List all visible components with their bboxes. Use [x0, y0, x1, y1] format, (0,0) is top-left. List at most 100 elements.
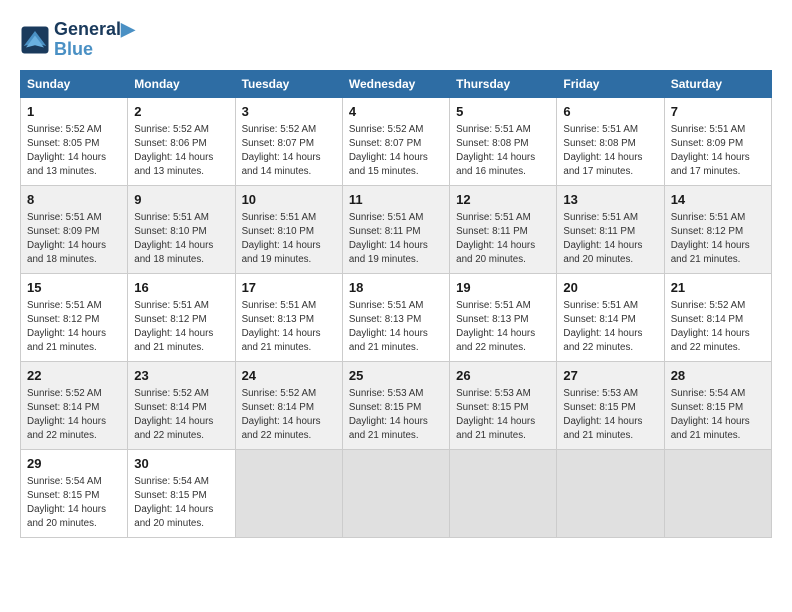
- calendar-cell: 19Sunrise: 5:51 AMSunset: 8:13 PMDayligh…: [450, 273, 557, 361]
- day-number: 13: [563, 191, 657, 209]
- day-info: Sunrise: 5:52 AMSunset: 8:06 PMDaylight:…: [134, 123, 228, 180]
- day-info: Sunrise: 5:51 AMSunset: 8:08 PMDaylight:…: [563, 123, 657, 180]
- calendar-week-row: 29 Sunrise: 5:54 AMSunset: 8:15 PMDayligh…: [21, 449, 772, 537]
- calendar-cell: 14 Sunrise: 5:51 AMSunset: 8:12 PMDayligh…: [664, 185, 771, 273]
- calendar-cell: 6 Sunrise: 5:51 AMSunset: 8:08 PMDaylight…: [557, 97, 664, 185]
- day-info: Sunrise: 5:54 AMSunset: 8:15 PMDaylight:…: [27, 475, 121, 532]
- day-number: 29: [27, 455, 121, 473]
- day-number: 10: [242, 191, 336, 209]
- calendar-cell: [557, 449, 664, 537]
- day-info: Sunrise: 5:53 AMSunset: 8:15 PMDaylight:…: [563, 387, 657, 444]
- weekday-header: Thursday: [450, 70, 557, 97]
- calendar-cell: 28Sunrise: 5:54 AMSunset: 8:15 PMDayligh…: [664, 361, 771, 449]
- calendar-cell: 29 Sunrise: 5:54 AMSunset: 8:15 PMDayligh…: [21, 449, 128, 537]
- day-info: Sunrise: 5:52 AMSunset: 8:14 PMDaylight:…: [134, 387, 228, 444]
- day-info: Sunrise: 5:54 AMSunset: 8:15 PMDaylight:…: [671, 387, 765, 444]
- day-info: Sunrise: 5:51 AMSunset: 8:10 PMDaylight:…: [134, 211, 228, 268]
- calendar-cell: 3 Sunrise: 5:52 AMSunset: 8:07 PMDaylight…: [235, 97, 342, 185]
- day-info: Sunrise: 5:51 AMSunset: 8:13 PMDaylight:…: [349, 299, 443, 356]
- calendar-cell: 5 Sunrise: 5:51 AMSunset: 8:08 PMDaylight…: [450, 97, 557, 185]
- calendar-header-row: SundayMondayTuesdayWednesdayThursdayFrid…: [21, 70, 772, 97]
- day-number: 27: [563, 367, 657, 385]
- weekday-header: Sunday: [21, 70, 128, 97]
- calendar-cell: 2Sunrise: 5:52 AMSunset: 8:06 PMDaylight…: [128, 97, 235, 185]
- day-number: 4: [349, 103, 443, 121]
- calendar-cell: 21 Sunrise: 5:52 AMSunset: 8:14 PMDayligh…: [664, 273, 771, 361]
- day-info: Sunrise: 5:52 AMSunset: 8:05 PMDaylight:…: [27, 123, 121, 180]
- day-info: Sunrise: 5:51 AMSunset: 8:11 PMDaylight:…: [349, 211, 443, 268]
- day-info: Sunrise: 5:51 AMSunset: 8:08 PMDaylight:…: [456, 123, 550, 180]
- calendar-cell: 9 Sunrise: 5:51 AMSunset: 8:10 PMDaylight…: [128, 185, 235, 273]
- calendar-cell: 7Sunrise: 5:51 AMSunset: 8:09 PMDaylight…: [664, 97, 771, 185]
- day-info: Sunrise: 5:52 AMSunset: 8:14 PMDaylight:…: [242, 387, 336, 444]
- calendar-week-row: 1 Sunrise: 5:52 AMSunset: 8:05 PMDaylight…: [21, 97, 772, 185]
- day-info: Sunrise: 5:53 AMSunset: 8:15 PMDaylight:…: [456, 387, 550, 444]
- calendar-week-row: 22 Sunrise: 5:52 AMSunset: 8:14 PMDayligh…: [21, 361, 772, 449]
- day-number: 23: [134, 367, 228, 385]
- day-number: 20: [563, 279, 657, 297]
- calendar-cell: [664, 449, 771, 537]
- day-info: Sunrise: 5:51 AMSunset: 8:13 PMDaylight:…: [242, 299, 336, 356]
- calendar-table: SundayMondayTuesdayWednesdayThursdayFrid…: [20, 70, 772, 538]
- logo: General▶ Blue: [20, 20, 135, 60]
- calendar-cell: [342, 449, 449, 537]
- calendar-cell: 18Sunrise: 5:51 AMSunset: 8:13 PMDayligh…: [342, 273, 449, 361]
- calendar-cell: [235, 449, 342, 537]
- calendar-cell: 20 Sunrise: 5:51 AMSunset: 8:14 PMDayligh…: [557, 273, 664, 361]
- calendar-week-row: 15 Sunrise: 5:51 AMSunset: 8:12 PMDayligh…: [21, 273, 772, 361]
- calendar-cell: 11 Sunrise: 5:51 AMSunset: 8:11 PMDayligh…: [342, 185, 449, 273]
- logo-text: General▶ Blue: [54, 20, 135, 60]
- calendar-cell: 27 Sunrise: 5:53 AMSunset: 8:15 PMDayligh…: [557, 361, 664, 449]
- calendar-cell: 12 Sunrise: 5:51 AMSunset: 8:11 PMDayligh…: [450, 185, 557, 273]
- weekday-header: Wednesday: [342, 70, 449, 97]
- calendar-cell: 23 Sunrise: 5:52 AMSunset: 8:14 PMDayligh…: [128, 361, 235, 449]
- calendar-cell: 22 Sunrise: 5:52 AMSunset: 8:14 PMDayligh…: [21, 361, 128, 449]
- day-info: Sunrise: 5:52 AMSunset: 8:14 PMDaylight:…: [671, 299, 765, 356]
- day-number: 24: [242, 367, 336, 385]
- day-number: 15: [27, 279, 121, 297]
- page-header: General▶ Blue: [20, 20, 772, 60]
- day-number: 12: [456, 191, 550, 209]
- day-number: 11: [349, 191, 443, 209]
- day-info: Sunrise: 5:51 AMSunset: 8:11 PMDaylight:…: [563, 211, 657, 268]
- day-number: 8: [27, 191, 121, 209]
- day-number: 3: [242, 103, 336, 121]
- day-number: 30: [134, 455, 228, 473]
- calendar-cell: [450, 449, 557, 537]
- day-number: 14: [671, 191, 765, 209]
- day-info: Sunrise: 5:51 AMSunset: 8:09 PMDaylight:…: [27, 211, 121, 268]
- day-info: Sunrise: 5:52 AMSunset: 8:07 PMDaylight:…: [242, 123, 336, 180]
- calendar-cell: 30Sunrise: 5:54 AMSunset: 8:15 PMDayligh…: [128, 449, 235, 537]
- day-number: 26: [456, 367, 550, 385]
- day-number: 25: [349, 367, 443, 385]
- day-info: Sunrise: 5:53 AMSunset: 8:15 PMDaylight:…: [349, 387, 443, 444]
- day-number: 22: [27, 367, 121, 385]
- day-number: 9: [134, 191, 228, 209]
- calendar-week-row: 8 Sunrise: 5:51 AMSunset: 8:09 PMDaylight…: [21, 185, 772, 273]
- day-number: 19: [456, 279, 550, 297]
- logo-icon: [20, 25, 50, 55]
- calendar-cell: 17 Sunrise: 5:51 AMSunset: 8:13 PMDayligh…: [235, 273, 342, 361]
- day-number: 16: [134, 279, 228, 297]
- day-number: 17: [242, 279, 336, 297]
- weekday-header: Monday: [128, 70, 235, 97]
- day-number: 5: [456, 103, 550, 121]
- day-info: Sunrise: 5:51 AMSunset: 8:10 PMDaylight:…: [242, 211, 336, 268]
- day-info: Sunrise: 5:52 AMSunset: 8:14 PMDaylight:…: [27, 387, 121, 444]
- calendar-cell: 25 Sunrise: 5:53 AMSunset: 8:15 PMDayligh…: [342, 361, 449, 449]
- day-info: Sunrise: 5:51 AMSunset: 8:12 PMDaylight:…: [27, 299, 121, 356]
- calendar-cell: 15 Sunrise: 5:51 AMSunset: 8:12 PMDayligh…: [21, 273, 128, 361]
- calendar-cell: 16Sunrise: 5:51 AMSunset: 8:12 PMDayligh…: [128, 273, 235, 361]
- day-number: 6: [563, 103, 657, 121]
- calendar-cell: 8 Sunrise: 5:51 AMSunset: 8:09 PMDaylight…: [21, 185, 128, 273]
- day-info: Sunrise: 5:51 AMSunset: 8:14 PMDaylight:…: [563, 299, 657, 356]
- calendar-cell: 1 Sunrise: 5:52 AMSunset: 8:05 PMDaylight…: [21, 97, 128, 185]
- day-info: Sunrise: 5:52 AMSunset: 8:07 PMDaylight:…: [349, 123, 443, 180]
- calendar-cell: 10 Sunrise: 5:51 AMSunset: 8:10 PMDayligh…: [235, 185, 342, 273]
- day-info: Sunrise: 5:51 AMSunset: 8:12 PMDaylight:…: [671, 211, 765, 268]
- weekday-header: Friday: [557, 70, 664, 97]
- day-number: 1: [27, 103, 121, 121]
- calendar-cell: 26 Sunrise: 5:53 AMSunset: 8:15 PMDayligh…: [450, 361, 557, 449]
- day-info: Sunrise: 5:51 AMSunset: 8:11 PMDaylight:…: [456, 211, 550, 268]
- day-number: 21: [671, 279, 765, 297]
